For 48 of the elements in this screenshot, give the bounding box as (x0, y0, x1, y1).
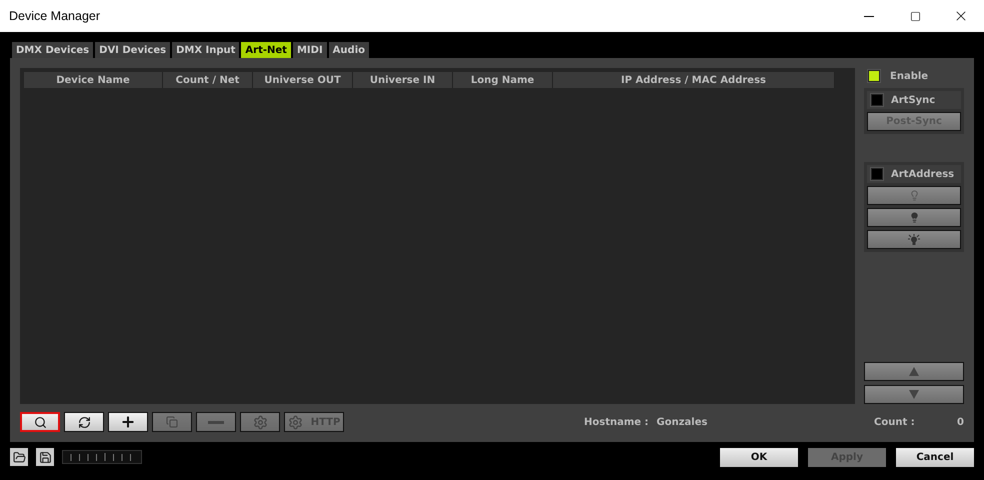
search-button[interactable] (20, 412, 60, 432)
add-button[interactable] (108, 412, 148, 432)
gear-icon (288, 414, 303, 430)
save-button[interactable] (36, 448, 54, 466)
column-header[interactable]: Long Name (453, 72, 553, 88)
artaddress-label: ArtAddress (891, 168, 954, 180)
tab[interactable]: Art-Net (241, 42, 291, 58)
lightbulb-button[interactable] (867, 208, 961, 227)
enable-label: Enable (890, 70, 928, 82)
refresh-button[interactable] (64, 412, 104, 432)
copy-icon (166, 416, 178, 428)
artsync-checkbox[interactable] (871, 94, 883, 106)
refresh-icon (78, 416, 90, 428)
artsync-label: ArtSync (891, 94, 936, 106)
move-up-button[interactable] (864, 362, 964, 381)
artaddress-checkbox[interactable] (871, 168, 883, 180)
lightbulb-button[interactable] (867, 186, 961, 205)
window-title: Device Manager (9, 9, 102, 23)
column-header[interactable]: Device Name (24, 72, 163, 88)
glowing-lightbulb-icon (907, 234, 921, 246)
gear-icon (252, 414, 268, 430)
tab[interactable]: MIDI (292, 42, 327, 58)
minus-icon (208, 420, 224, 424)
dialog-button[interactable]: OK (720, 448, 798, 466)
plus-icon (120, 414, 136, 430)
lightbulb-button[interactable] (867, 230, 961, 249)
move-down-button[interactable] (864, 385, 964, 404)
hostname-value: Gonzales (656, 416, 708, 428)
lightbulb-icon (908, 190, 920, 201)
column-header[interactable]: Universe OUT (253, 72, 353, 88)
search-icon (34, 416, 46, 428)
enable-checkbox[interactable] (868, 70, 880, 82)
dialog-button[interactable]: Cancel (896, 448, 974, 466)
column-header[interactable]: IP Address / MAC Address (553, 72, 835, 88)
column-header[interactable]: Count / Net (163, 72, 253, 88)
down-arrow-icon (909, 390, 919, 399)
column-header[interactable]: Universe IN (353, 72, 453, 88)
count-label: Count : (874, 416, 915, 428)
tab[interactable]: DMX Devices (12, 42, 94, 58)
hostname-label: Hostname : (584, 416, 649, 428)
open-folder-button[interactable] (10, 448, 28, 466)
tab[interactable]: Audio (328, 42, 369, 58)
lightbulb-icon (908, 212, 920, 223)
tab[interactable]: DMX Input (172, 42, 240, 58)
tab[interactable]: DVI Devices (95, 42, 170, 58)
count-value: 0 (957, 416, 964, 428)
maximize-icon (910, 10, 920, 22)
up-arrow-icon (909, 367, 919, 376)
